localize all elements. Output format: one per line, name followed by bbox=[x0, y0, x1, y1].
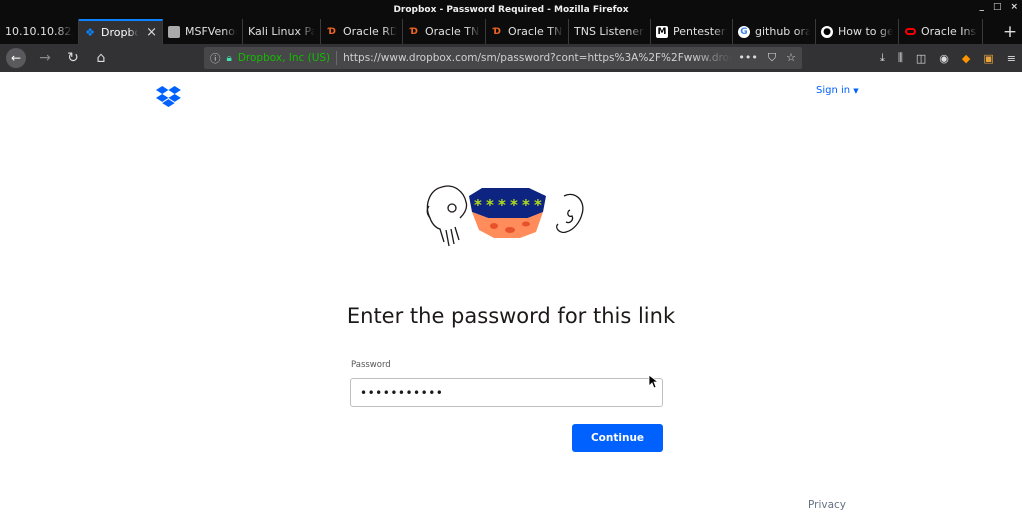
close-window-button[interactable]: × bbox=[1010, 2, 1018, 12]
google-icon: G bbox=[738, 25, 750, 38]
tab-label: 10.10.10.82/sh bbox=[5, 25, 73, 38]
tab-label: Kali Linux Pack bbox=[248, 25, 315, 38]
svg-text:*: * bbox=[486, 196, 494, 214]
oracle-icon bbox=[904, 26, 916, 38]
chevron-down-icon: ▼ bbox=[853, 87, 859, 95]
lock-icon[interactable]: 🔒︎ bbox=[227, 53, 232, 64]
forward-button[interactable]: → bbox=[36, 50, 54, 66]
svg-text:*: * bbox=[522, 196, 530, 214]
divider bbox=[336, 51, 338, 65]
sidebar-icon[interactable]: ◫ bbox=[916, 52, 926, 65]
tab-github-oracle[interactable]: G github orac bbox=[733, 19, 816, 44]
window-titlebar: Dropbox - Password Required - Mozilla Fi… bbox=[0, 0, 1022, 19]
navigation-toolbar: ← → ↻ ⌂ ⓘ 🔒︎ Dropbox, Inc (US) https://w… bbox=[0, 44, 1022, 72]
account-icon[interactable]: ◉ bbox=[939, 52, 949, 65]
oracle-d-icon: Ɗ bbox=[410, 26, 418, 37]
tab-kali-linux[interactable]: Kali Linux Pack bbox=[243, 19, 321, 44]
tab-oracle-tns-2[interactable]: Ɗ Oracle TNS bbox=[486, 19, 569, 44]
minimize-button[interactable]: _ bbox=[979, 2, 984, 12]
password-input[interactable]: ••••••••••• bbox=[350, 378, 663, 407]
svg-text:*: * bbox=[474, 196, 482, 214]
continue-button[interactable]: Continue bbox=[572, 424, 663, 452]
tab-label: github orac bbox=[755, 25, 810, 38]
tab-dropbox[interactable]: ❖ Dropbox × bbox=[79, 19, 163, 44]
tab-label: MSFVenom bbox=[185, 25, 237, 38]
tab-how-to-get[interactable]: ● How to get bbox=[816, 19, 899, 44]
svg-text:*: * bbox=[510, 196, 518, 214]
tab-msfvenom[interactable]: MSFVenom bbox=[163, 19, 243, 44]
medium-icon: M bbox=[656, 25, 668, 38]
home-button[interactable]: ⌂ bbox=[92, 50, 110, 66]
dropbox-icon: ❖ bbox=[85, 26, 95, 39]
oracle-d-icon: Ɗ bbox=[493, 26, 501, 37]
back-button[interactable]: ← bbox=[6, 48, 26, 68]
page-content: Sign in ▼ * * * * * * Enter the password for … bbox=[0, 72, 1022, 531]
info-icon[interactable]: ⓘ bbox=[210, 51, 221, 66]
tab-oracle-rdb[interactable]: Ɗ Oracle RDB bbox=[321, 19, 403, 44]
tab-label: How to get bbox=[838, 25, 893, 38]
dropbox-logo-icon[interactable] bbox=[156, 86, 181, 107]
close-tab-icon[interactable]: × bbox=[146, 25, 157, 40]
tab-10-10-10-82[interactable]: 10.10.10.82/sh bbox=[0, 19, 79, 44]
maximize-button[interactable]: □ bbox=[993, 2, 1002, 12]
new-tab-button[interactable]: + bbox=[998, 19, 1022, 44]
tab-label: Oracle RDB bbox=[343, 25, 397, 38]
tab-label: Oracle Inst bbox=[921, 25, 977, 38]
password-illustration-icon: * * * * * * bbox=[426, 185, 584, 247]
pocket-icon[interactable]: ⛉ bbox=[768, 51, 776, 65]
library-icon[interactable]: ⫼ bbox=[898, 51, 903, 65]
sign-in-link[interactable]: Sign in ▼ bbox=[816, 85, 859, 96]
password-label: Password bbox=[351, 360, 391, 370]
github-icon: ● bbox=[821, 25, 833, 38]
tab-tns-listener[interactable]: TNS Listener P bbox=[569, 19, 651, 44]
downloads-icon[interactable]: ⤓ bbox=[880, 51, 885, 65]
page-icon bbox=[168, 25, 180, 38]
tab-oracle-tns-1[interactable]: Ɗ Oracle TNS bbox=[403, 19, 486, 44]
page-heading: Enter the password for this link bbox=[346, 304, 676, 328]
site-identity[interactable]: Dropbox, Inc (US) bbox=[238, 52, 330, 64]
extension-icon[interactable]: ▣ bbox=[983, 52, 993, 65]
tab-label: Dropbox bbox=[101, 26, 138, 39]
extension-fox-icon[interactable]: ◆ bbox=[962, 52, 970, 65]
url-text[interactable]: https://www.dropbox.com/sm/password?cont… bbox=[343, 52, 732, 64]
tab-oracle-inst[interactable]: Oracle Inst bbox=[899, 19, 983, 44]
window-title: Dropbox - Password Required - Mozilla Fi… bbox=[393, 4, 629, 15]
toolbar-icons: ⤓ ⫼ ◫ ◉ ◆ ▣ ≡ bbox=[880, 51, 1016, 65]
tab-strip: 10.10.10.82/sh ❖ Dropbox × MSFVenom Kali… bbox=[0, 19, 1022, 44]
tab-pentesters[interactable]: M Pentesters bbox=[651, 19, 733, 44]
menu-icon[interactable]: ≡ bbox=[1007, 52, 1016, 65]
window-controls: _ □ × bbox=[979, 2, 1018, 12]
tab-label: TNS Listener P bbox=[574, 25, 645, 38]
url-bar[interactable]: ⓘ 🔒︎ Dropbox, Inc (US) https://www.dropb… bbox=[204, 47, 802, 69]
svg-text:*: * bbox=[534, 196, 542, 214]
privacy-link[interactable]: Privacy bbox=[808, 499, 846, 511]
page-actions-icon[interactable]: ••• bbox=[738, 51, 757, 65]
mouse-cursor-icon bbox=[648, 374, 658, 389]
sign-in-label: Sign in bbox=[816, 85, 851, 96]
tab-label: Oracle TNS bbox=[508, 25, 563, 38]
tab-label: Pentesters bbox=[673, 25, 727, 38]
oracle-d-icon: Ɗ bbox=[328, 26, 336, 37]
reload-button[interactable]: ↻ bbox=[64, 50, 82, 66]
bookmark-star-icon[interactable]: ☆ bbox=[786, 51, 796, 65]
tab-label: Oracle TNS bbox=[425, 25, 480, 38]
svg-text:*: * bbox=[498, 196, 506, 214]
